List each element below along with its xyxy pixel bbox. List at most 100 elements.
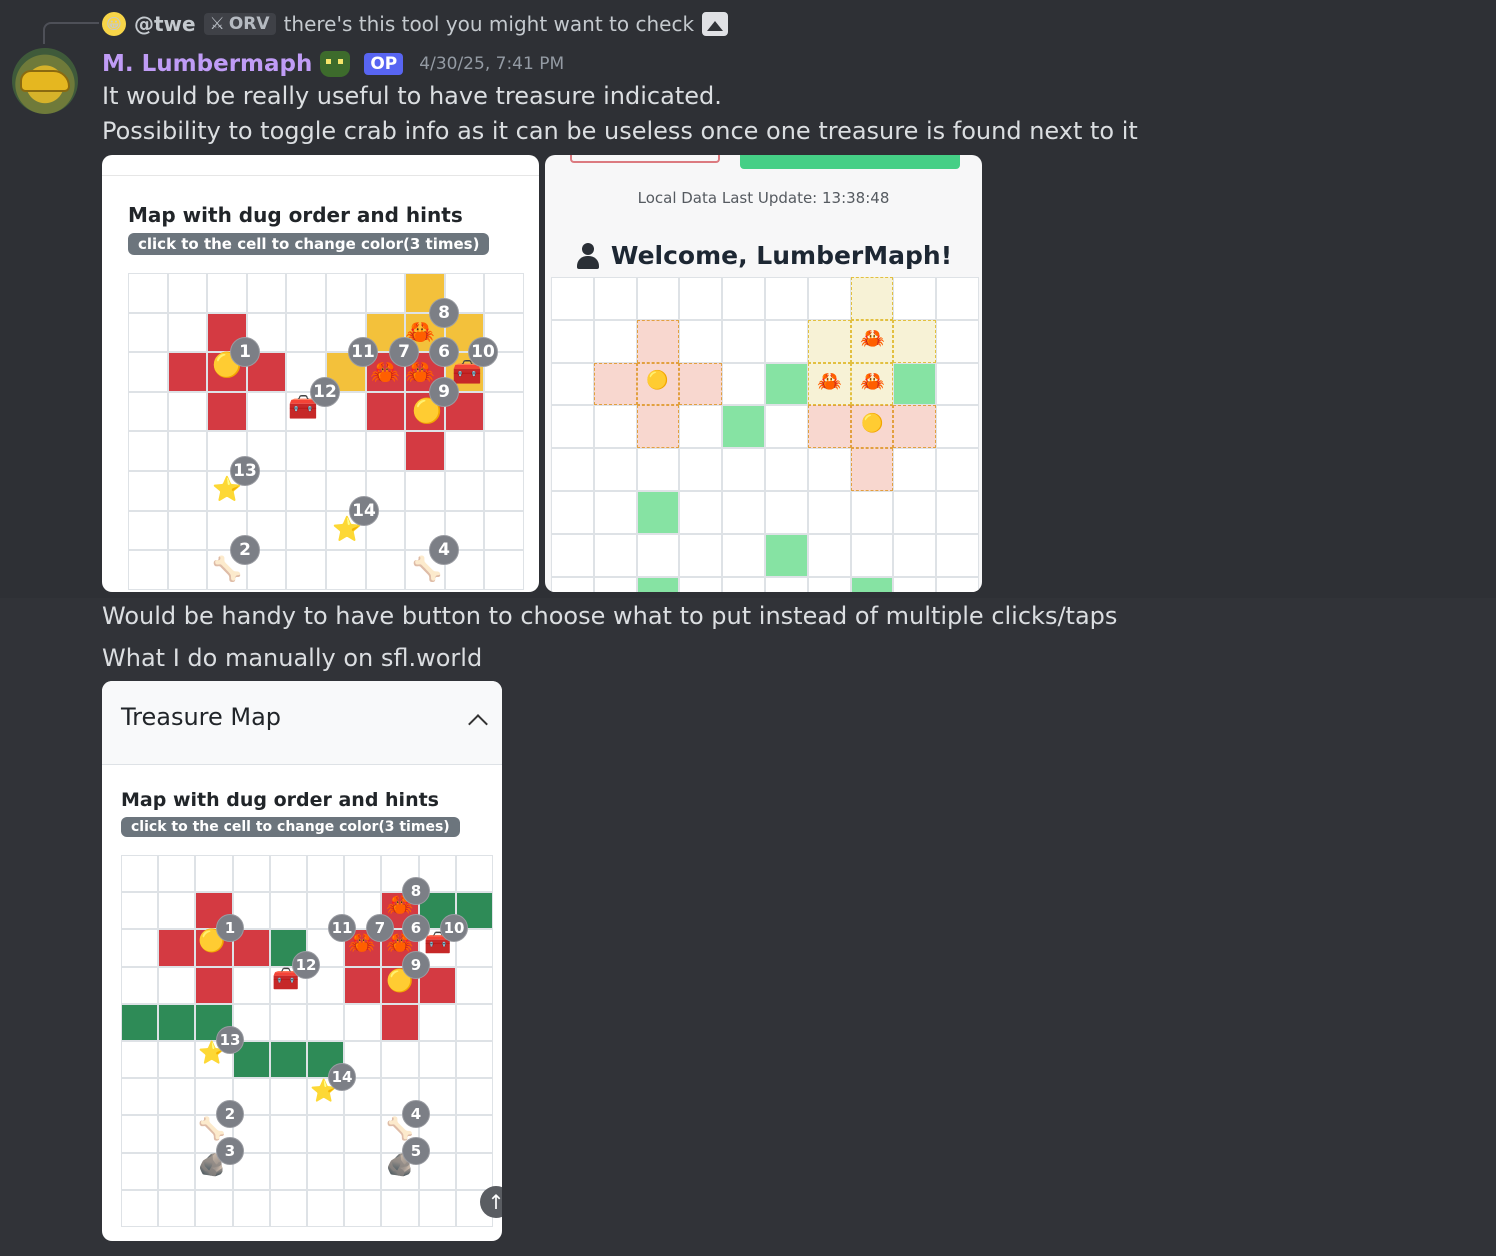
grid-cell[interactable] [418, 1040, 456, 1079]
grid-cell[interactable] [850, 448, 894, 491]
grid-cell[interactable] [636, 533, 680, 577]
reply-username[interactable]: @twe [134, 12, 196, 36]
grid-cell[interactable] [807, 448, 851, 491]
grid-cell[interactable] [636, 277, 680, 320]
grid-cell[interactable] [167, 391, 208, 432]
message-timestamp[interactable]: 4/30/25, 7:41 PM [419, 54, 564, 74]
grid-cell[interactable] [418, 1189, 456, 1227]
grid-cell[interactable] [551, 448, 594, 491]
grid-cell[interactable] [551, 576, 594, 592]
grid-cell[interactable] [381, 1003, 419, 1041]
grid-cell[interactable] [679, 277, 723, 320]
grid-cell[interactable] [307, 1189, 345, 1227]
grid-cell[interactable] [722, 533, 765, 577]
grid-cell[interactable] [232, 966, 270, 1004]
grid-cell[interactable] [286, 273, 326, 313]
grid-cell[interactable] [764, 277, 808, 320]
grid-cell[interactable] [893, 490, 937, 534]
grid-cell[interactable] [444, 431, 485, 471]
grid-cell[interactable] [286, 550, 326, 590]
grid-cell[interactable] [128, 550, 168, 590]
grid-cell[interactable] [286, 431, 326, 471]
grid-cell[interactable] [936, 448, 979, 491]
grid-cell[interactable] [121, 929, 159, 967]
grid-cell[interactable] [128, 352, 168, 392]
grid-cell[interactable] [455, 1152, 493, 1190]
grid-cell[interactable] [128, 431, 168, 471]
grid-cell[interactable] [158, 855, 196, 893]
grid-cell[interactable] [269, 1189, 307, 1227]
grid-cell[interactable] [455, 855, 493, 893]
chevron-up-icon[interactable] [468, 714, 488, 734]
grid-cell[interactable] [128, 312, 168, 353]
grid-cell[interactable] [807, 405, 851, 449]
grid-cell[interactable] [936, 277, 979, 320]
grid-cell[interactable] [344, 1003, 382, 1041]
grid-cell[interactable] [269, 892, 307, 930]
treasure-grid[interactable] [128, 273, 524, 592]
grid-cell[interactable] [405, 431, 445, 471]
grid-cell[interactable] [455, 1115, 493, 1153]
grid-cell[interactable] [344, 1152, 382, 1190]
grid-cell[interactable] [722, 277, 765, 320]
grid-cell[interactable] [307, 1152, 345, 1190]
grid-cell[interactable] [722, 448, 765, 491]
grid-cell[interactable] [551, 319, 594, 363]
grid-cell[interactable] [484, 391, 524, 432]
grid-cell[interactable] [551, 533, 594, 577]
grid-cell[interactable] [158, 1078, 196, 1116]
grid-cell[interactable] [850, 533, 894, 577]
grid-cell[interactable] [325, 273, 366, 313]
grid-cell[interactable] [722, 362, 765, 406]
grid-cell[interactable] [167, 431, 208, 471]
grid-cell[interactable] [679, 362, 723, 406]
attachment-image-3[interactable]: Treasure Map Map with dug order and hint… [102, 681, 502, 1241]
grid-cell[interactable] [418, 1003, 456, 1041]
grid-cell[interactable] [893, 319, 937, 363]
grid-cell[interactable] [344, 855, 382, 893]
attachment-image-2[interactable]: Local Data Last Update: 13:38:48 Welcome… [545, 155, 982, 592]
grid-cell[interactable] [679, 405, 723, 449]
grid-cell[interactable] [636, 576, 680, 592]
grid-cell[interactable] [128, 273, 168, 313]
grid-cell[interactable] [850, 576, 894, 592]
grid-cell[interactable] [593, 533, 637, 577]
grid-cell[interactable] [344, 1115, 382, 1153]
grid-cell[interactable] [484, 550, 524, 590]
grid-cell[interactable] [307, 855, 345, 893]
grid-cell[interactable] [455, 966, 493, 1004]
grid-cell[interactable] [679, 319, 723, 363]
grid-cell[interactable] [764, 362, 808, 406]
grid-cell[interactable] [850, 277, 894, 320]
grid-cell[interactable] [636, 448, 680, 491]
grid-cell[interactable] [269, 1115, 307, 1153]
author-name[interactable]: M. Lumbermaph [102, 51, 312, 77]
grid-cell[interactable] [936, 362, 979, 406]
grid-cell[interactable] [405, 470, 445, 511]
grid-cell[interactable] [207, 273, 247, 313]
grid-cell[interactable] [936, 405, 979, 449]
grid-cell[interactable] [121, 966, 159, 1004]
grid-cell[interactable] [121, 1115, 159, 1153]
grid-cell[interactable] [158, 1189, 196, 1227]
grid-cell[interactable] [764, 533, 808, 577]
grid-cell[interactable] [365, 431, 406, 471]
grid-cell[interactable] [764, 576, 808, 592]
grid-cell[interactable] [679, 490, 723, 534]
grid-cell[interactable] [551, 490, 594, 534]
reply-text[interactable]: there's this tool you might want to chec… [284, 12, 694, 36]
grid-cell[interactable] [593, 448, 637, 491]
treasure-grid-3[interactable] [121, 855, 493, 1227]
grid-cell[interactable] [764, 448, 808, 491]
reply-preview[interactable]: 😀 @twe ⚔ ORV there's this tool you might … [102, 8, 729, 40]
grid-cell[interactable] [679, 448, 723, 491]
grid-cell[interactable] [246, 273, 287, 313]
grid-cell[interactable] [269, 1152, 307, 1190]
grid-cell[interactable] [269, 1078, 307, 1116]
grid-cell[interactable] [381, 1040, 419, 1079]
grid-cell[interactable] [850, 490, 894, 534]
grid-cell[interactable] [455, 1003, 493, 1041]
grid-cell[interactable] [893, 576, 937, 592]
grid-cell[interactable] [444, 470, 485, 511]
grid-cell[interactable] [722, 576, 765, 592]
